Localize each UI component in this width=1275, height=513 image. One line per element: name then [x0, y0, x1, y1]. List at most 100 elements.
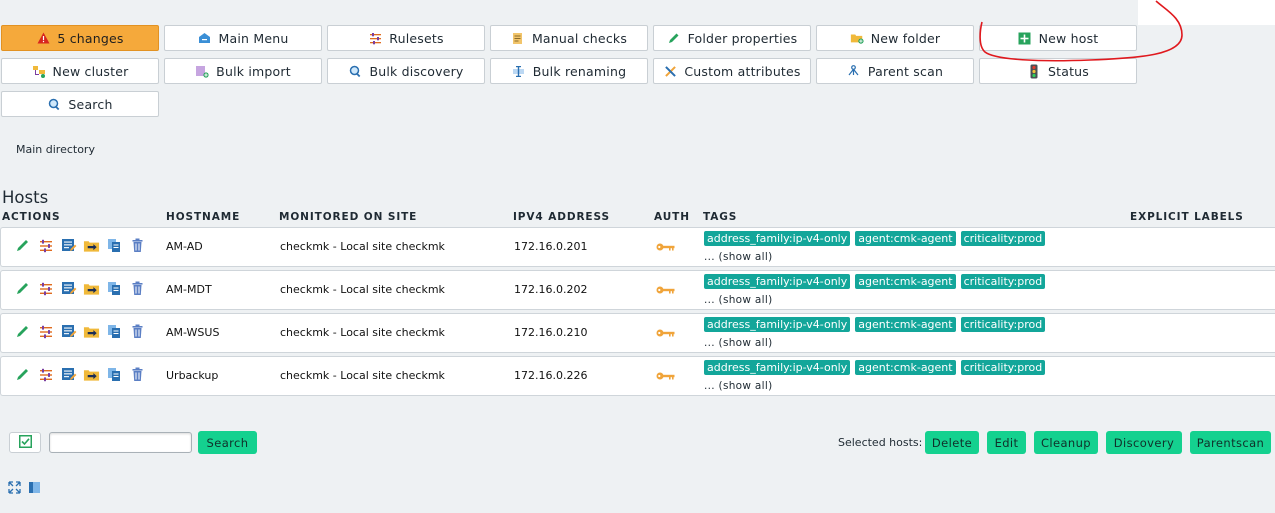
- key-icon: [656, 241, 675, 255]
- parent-scan-button[interactable]: Parent scan: [816, 58, 974, 84]
- edit-icon[interactable]: [14, 323, 31, 340]
- clone-icon[interactable]: [106, 366, 123, 383]
- delete-icon[interactable]: [129, 280, 146, 297]
- edit-button[interactable]: Edit: [987, 431, 1026, 454]
- tag-badge[interactable]: agent:cmk-agent: [855, 317, 956, 332]
- move-icon[interactable]: [83, 280, 100, 297]
- bulk-renaming-button[interactable]: Bulk renaming: [490, 58, 648, 84]
- rulesets-icon[interactable]: [37, 323, 54, 340]
- parentscan-button[interactable]: Parentscan: [1190, 431, 1271, 454]
- bulk-discovery-button[interactable]: Bulk discovery: [327, 58, 485, 84]
- table-row: Urbackup checkmk - Local site checkmk 17…: [0, 356, 1275, 396]
- new-folder-button[interactable]: New folder: [816, 25, 974, 51]
- move-icon[interactable]: [83, 323, 100, 340]
- service-config-icon[interactable]: [60, 366, 77, 383]
- page-title: Hosts: [2, 188, 49, 207]
- changes-button[interactable]: 5 changes: [1, 25, 159, 51]
- show-all-link[interactable]: ... (show all): [704, 294, 773, 306]
- new-cluster-button[interactable]: New cluster: [1, 58, 159, 84]
- key-icon: [656, 284, 675, 298]
- manual-checks-button[interactable]: Manual checks: [490, 25, 648, 51]
- clone-icon[interactable]: [106, 323, 123, 340]
- edit-icon[interactable]: [14, 237, 31, 254]
- col-site[interactable]: MONITORED ON SITE: [279, 211, 417, 223]
- toolbar: 5 changes Main Menu Rulesets Manual chec…: [0, 0, 1275, 120]
- col-hostname[interactable]: HOSTNAME: [166, 211, 240, 223]
- hostname-link[interactable]: AM-AD: [166, 240, 203, 253]
- tag-badge[interactable]: address_family:ip-v4-only: [704, 231, 851, 246]
- tag-badge[interactable]: criticality:prod: [960, 317, 1046, 332]
- rulesets-icon: [368, 31, 382, 45]
- search-submit-button[interactable]: Search: [198, 431, 257, 454]
- tag-badge[interactable]: criticality:prod: [960, 360, 1046, 375]
- col-actions: ACTIONS: [2, 211, 61, 223]
- status-button[interactable]: Status: [979, 58, 1137, 84]
- tag-badge[interactable]: agent:cmk-agent: [855, 360, 956, 375]
- rulesets-icon[interactable]: [37, 237, 54, 254]
- tag-badge[interactable]: agent:cmk-agent: [855, 274, 956, 289]
- tag-badge[interactable]: criticality:prod: [960, 231, 1046, 246]
- bulk-discovery-label: Bulk discovery: [369, 63, 464, 79]
- table-header: ACTIONS HOSTNAME MONITORED ON SITE IPV4 …: [0, 211, 1275, 225]
- breadcrumb[interactable]: Main directory: [16, 143, 95, 156]
- tag-badge[interactable]: address_family:ip-v4-only: [704, 317, 851, 332]
- ipv4-cell: 172.16.0.226: [514, 369, 588, 382]
- ipv4-cell: 172.16.0.201: [514, 240, 588, 253]
- table-row: AM-AD checkmk - Local site checkmk 172.1…: [0, 227, 1275, 267]
- move-icon[interactable]: [83, 366, 100, 383]
- tag-badge[interactable]: address_family:ip-v4-only: [704, 360, 851, 375]
- new-host-label: New host: [1038, 30, 1099, 46]
- site-cell: checkmk - Local site checkmk: [280, 326, 445, 339]
- tag-badge[interactable]: address_family:ip-v4-only: [704, 274, 851, 289]
- col-labels: EXPLICIT LABELS: [1130, 211, 1244, 223]
- show-all-link[interactable]: ... (show all): [704, 380, 773, 392]
- rulesets-button[interactable]: Rulesets: [327, 25, 485, 51]
- show-all-link[interactable]: ... (show all): [704, 251, 773, 263]
- tools-icon: [663, 64, 677, 78]
- site-cell: checkmk - Local site checkmk: [280, 369, 445, 382]
- key-icon: [656, 327, 675, 341]
- service-config-icon[interactable]: [60, 237, 77, 254]
- hostname-link[interactable]: Urbackup: [166, 369, 218, 382]
- folder-properties-button[interactable]: Folder properties: [653, 25, 811, 51]
- clone-icon[interactable]: [106, 237, 123, 254]
- service-config-icon[interactable]: [60, 323, 77, 340]
- host-search-input[interactable]: [49, 432, 192, 453]
- delete-button[interactable]: Delete: [925, 431, 979, 454]
- plus-icon: [1018, 31, 1032, 45]
- bottom-icons: [8, 481, 41, 497]
- edit-icon[interactable]: [14, 280, 31, 297]
- discovery-button[interactable]: Discovery: [1106, 431, 1182, 454]
- search-button[interactable]: Search: [1, 91, 159, 117]
- main-menu-button[interactable]: Main Menu: [164, 25, 322, 51]
- new-host-button[interactable]: New host: [979, 25, 1137, 51]
- hostname-link[interactable]: AM-WSUS: [166, 326, 219, 339]
- clone-icon[interactable]: [106, 280, 123, 297]
- bulk-import-button[interactable]: Bulk import: [164, 58, 322, 84]
- service-config-icon[interactable]: [60, 280, 77, 297]
- move-icon[interactable]: [83, 237, 100, 254]
- delete-icon[interactable]: [129, 237, 146, 254]
- table-row: AM-MDT checkmk - Local site checkmk 172.…: [0, 270, 1275, 310]
- custom-attributes-button[interactable]: Custom attributes: [653, 58, 811, 84]
- tag-badge[interactable]: criticality:prod: [960, 274, 1046, 289]
- delete-icon[interactable]: [129, 323, 146, 340]
- rulesets-icon[interactable]: [37, 280, 54, 297]
- edit-icon[interactable]: [14, 366, 31, 383]
- rulesets-label: Rulesets: [389, 30, 444, 46]
- show-all-link[interactable]: ... (show all): [704, 337, 773, 349]
- row-actions: [14, 280, 146, 297]
- tag-badge[interactable]: agent:cmk-agent: [855, 231, 956, 246]
- sidebar-toggle-icon[interactable]: [28, 481, 41, 497]
- custom-attributes-label: Custom attributes: [684, 63, 801, 79]
- hostname-link[interactable]: AM-MDT: [166, 283, 212, 296]
- fullscreen-icon[interactable]: [8, 481, 21, 497]
- site-cell: checkmk - Local site checkmk: [280, 240, 445, 253]
- delete-icon[interactable]: [129, 366, 146, 383]
- pencil-icon: [667, 31, 681, 45]
- col-ipv4[interactable]: IPV4 ADDRESS: [513, 211, 610, 223]
- select-all-checkbox[interactable]: [9, 432, 41, 453]
- rulesets-icon[interactable]: [37, 366, 54, 383]
- search-icon: [47, 97, 61, 111]
- cleanup-button[interactable]: Cleanup: [1034, 431, 1098, 454]
